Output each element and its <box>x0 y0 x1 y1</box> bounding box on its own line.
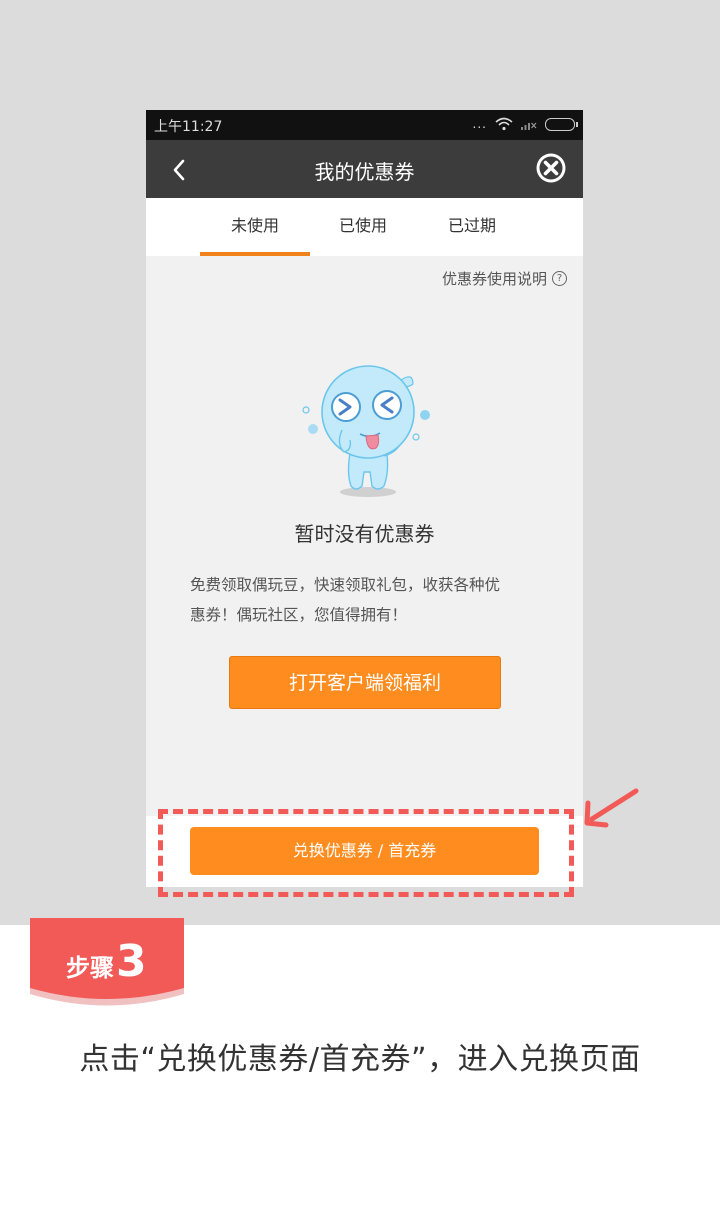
signal-icon <box>521 122 537 130</box>
tab-unused[interactable]: 未使用 <box>200 198 310 256</box>
wifi-icon <box>495 117 513 131</box>
empty-state-title: 暂时没有优惠券 <box>294 522 435 546</box>
status-icons: ... <box>472 117 578 131</box>
status-time: 上午11:27 <box>154 119 223 135</box>
arrow-pointer-icon <box>584 788 639 828</box>
phone-screen: 上午11:27 ... 我的优惠券 未使用 已使用 已过期 优惠券使用说明 ? … <box>146 110 583 887</box>
tab-expired[interactable]: 已过期 <box>417 198 527 256</box>
coupon-help-link[interactable]: 优惠券使用说明 ? <box>442 268 567 289</box>
question-icon: ? <box>552 271 567 286</box>
close-icon[interactable] <box>535 152 567 184</box>
step-word: 步骤 <box>66 954 114 982</box>
battery-icon <box>545 117 578 131</box>
step-label: 步骤 3 <box>66 936 147 987</box>
instruction-text: 点击“兑换优惠券/首充券”，进入兑换页面 <box>79 1042 641 1077</box>
description-line-1: 免费领取偶玩豆，快速领取礼包，收获各种优 <box>190 576 501 594</box>
highlight-dashed-box <box>158 809 574 897</box>
step-number: 3 <box>116 936 147 987</box>
mascot-illustration <box>302 365 430 497</box>
status-bar: 上午11:27 ... <box>146 110 583 140</box>
more-dots: ... <box>472 117 487 131</box>
title-bar: 我的优惠券 <box>146 140 583 198</box>
tab-bar: 未使用 已使用 已过期 <box>146 198 583 256</box>
open-client-button[interactable]: 打开客户端领福利 <box>229 656 501 709</box>
coupon-help-label: 优惠券使用说明 <box>441 270 547 288</box>
page-title: 我的优惠券 <box>314 160 415 184</box>
tab-used[interactable]: 已使用 <box>308 198 418 256</box>
description-line-2: 惠券！偶玩社区，您值得拥有！ <box>190 606 408 624</box>
empty-state-description: 免费领取偶玩豆，快速领取礼包，收获各种优 惠券！偶玩社区，您值得拥有！ <box>190 570 540 630</box>
